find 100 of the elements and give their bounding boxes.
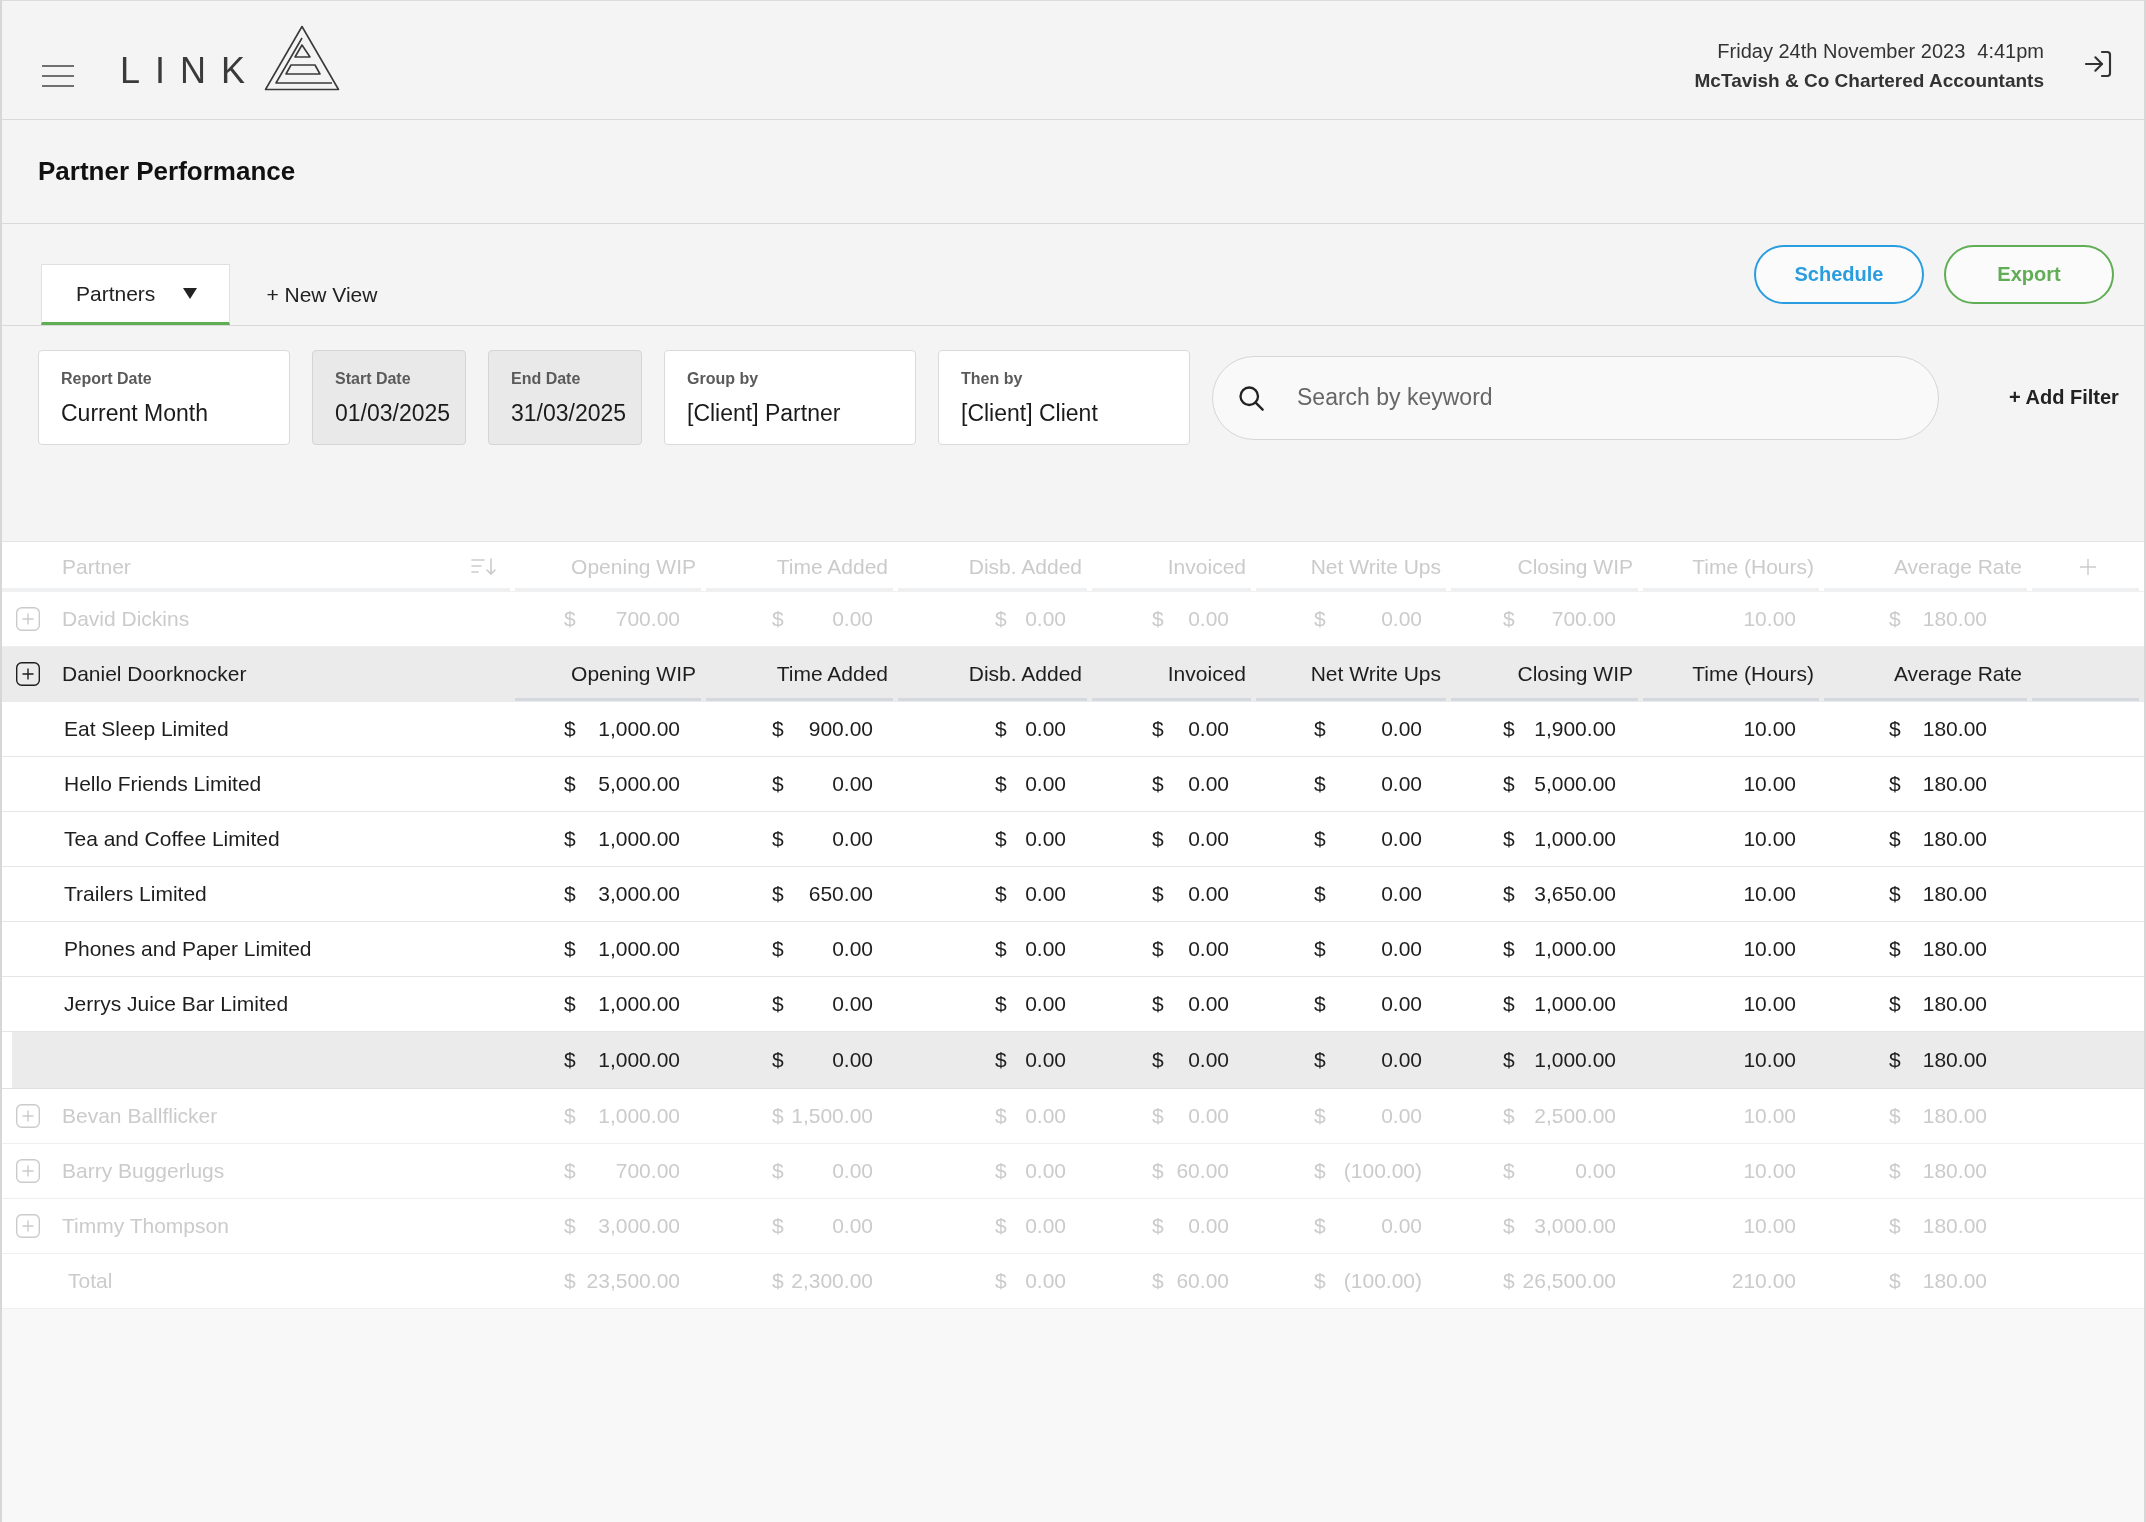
currency-symbol: $ bbox=[1889, 882, 1901, 906]
currency-symbol: $ bbox=[995, 772, 1007, 796]
amount-value: 1,000.00 bbox=[598, 992, 680, 1016]
amount-value: 10.00 bbox=[1743, 717, 1796, 741]
currency-symbol: $ bbox=[995, 1269, 1007, 1293]
currency-symbol: $ bbox=[1503, 717, 1515, 741]
currency-symbol: $ bbox=[1889, 772, 1901, 796]
client-name: Jerrys Juice Bar Limited bbox=[64, 992, 289, 1016]
currency-symbol: $ bbox=[1503, 827, 1515, 851]
currency-symbol: $ bbox=[1152, 717, 1164, 741]
field-label: Then by bbox=[961, 369, 1024, 389]
currency-symbol: $ bbox=[1314, 992, 1326, 1016]
amount-value: 180.00 bbox=[1922, 992, 1987, 1016]
amount-value: 1,000.00 bbox=[1534, 992, 1616, 1016]
client-name: Tea and Coffee Limited bbox=[64, 827, 280, 851]
amount-value: 5,000.00 bbox=[598, 772, 680, 796]
view-tab[interactable]: Partners bbox=[41, 264, 231, 325]
amount-value: 10.00 bbox=[1743, 1048, 1796, 1072]
plus-icon[interactable] bbox=[2079, 557, 2097, 576]
amount-value: 3,650.00 bbox=[1534, 882, 1616, 906]
currency-symbol: $ bbox=[1152, 937, 1164, 961]
amount-value: 0.00 bbox=[832, 937, 873, 961]
amount-value: 10.00 bbox=[1743, 937, 1796, 961]
currency-symbol: $ bbox=[772, 1048, 784, 1072]
filter-field[interactable]: Then by [Client] Client bbox=[938, 350, 1190, 445]
add-filter-button[interactable]: + Add Filter bbox=[2009, 386, 2119, 409]
currency-symbol: $ bbox=[1152, 1048, 1164, 1072]
amount-value: 1,000.00 bbox=[1534, 937, 1616, 961]
currency-symbol: $ bbox=[1152, 1214, 1164, 1238]
currency-symbol: $ bbox=[1889, 827, 1901, 851]
amount-value: 3,000.00 bbox=[598, 882, 680, 906]
currency-symbol: $ bbox=[995, 607, 1007, 631]
date-text: Friday 24th November 2023 bbox=[1717, 39, 1966, 64]
amount-value: 1,000.00 bbox=[1534, 827, 1616, 851]
client-name: Phones and Paper Limited bbox=[64, 937, 312, 961]
column-heading: Opening WIP bbox=[571, 662, 696, 686]
amount-value: 10.00 bbox=[1743, 827, 1796, 851]
column-heading: Invoiced bbox=[1167, 662, 1246, 686]
currency-symbol: $ bbox=[995, 1214, 1007, 1238]
currency-symbol: $ bbox=[1152, 607, 1164, 631]
amount-value: 0.00 bbox=[1025, 772, 1066, 796]
amount-value: 10.00 bbox=[1743, 772, 1796, 796]
menu-icon[interactable] bbox=[42, 65, 74, 87]
search-field[interactable]: Search by keyword bbox=[1212, 355, 1939, 440]
amount-value: 1,000.00 bbox=[598, 937, 680, 961]
search-icon bbox=[1237, 383, 1265, 412]
currency-symbol: $ bbox=[564, 827, 576, 851]
currency-symbol: $ bbox=[1503, 1214, 1515, 1238]
partner-row[interactable]: Daniel Doorknocker Opening WIP Time Added Disb. Added Invoiced Net Write Ups Closing WIP Time (Hours) Average Rate bbox=[2, 647, 2144, 702]
amount-value: 0.00 bbox=[1025, 827, 1066, 851]
page-title: Partner Performance bbox=[38, 156, 296, 187]
currency-symbol: $ bbox=[1503, 1048, 1515, 1072]
currency-symbol: $ bbox=[1503, 1269, 1515, 1293]
amount-value: 0.00 bbox=[1025, 992, 1066, 1016]
currency-symbol: $ bbox=[1503, 772, 1515, 796]
currency-symbol: $ bbox=[564, 882, 576, 906]
amount-value: 0.00 bbox=[1188, 937, 1229, 961]
currency-symbol: $ bbox=[772, 607, 784, 631]
currency-symbol: $ bbox=[1314, 717, 1326, 741]
field-label: End Date bbox=[511, 369, 582, 389]
amount-value: 0.00 bbox=[1381, 937, 1422, 961]
amount-value: 1,000.00 bbox=[598, 717, 680, 741]
currency-symbol: $ bbox=[1314, 1048, 1326, 1072]
column-heading: Disb. Added bbox=[968, 662, 1082, 686]
amount-value: 1,000.00 bbox=[598, 1048, 680, 1072]
client-name: Eat Sleep Limited bbox=[64, 717, 229, 741]
currency-symbol: $ bbox=[564, 1048, 576, 1072]
amount-value: 180.00 bbox=[1922, 717, 1987, 741]
client-name: Hello Friends Limited bbox=[64, 772, 262, 796]
amount-value: 0.00 bbox=[1025, 937, 1066, 961]
filter-field[interactable]: Group by [Client] Partner bbox=[664, 350, 916, 445]
column-heading: Time (Hours) bbox=[1692, 662, 1814, 686]
new-view-button[interactable]: + New View bbox=[266, 264, 378, 325]
amount-value: 0.00 bbox=[1188, 772, 1229, 796]
currency-symbol: $ bbox=[1152, 1159, 1164, 1183]
currency-symbol: $ bbox=[1152, 992, 1164, 1016]
amount-value: 0.00 bbox=[1381, 827, 1422, 851]
sort-icon[interactable] bbox=[471, 557, 497, 576]
currency-symbol: $ bbox=[1314, 1104, 1326, 1128]
sign-in-icon[interactable] bbox=[2082, 48, 2114, 80]
currency-symbol: $ bbox=[995, 1159, 1007, 1183]
amount-value: 1,900.00 bbox=[1534, 717, 1616, 741]
currency-symbol: $ bbox=[995, 992, 1007, 1016]
currency-symbol: $ bbox=[1889, 1159, 1901, 1183]
plus-square-icon[interactable] bbox=[16, 662, 40, 686]
currency-symbol: $ bbox=[772, 1159, 784, 1183]
currency-symbol: $ bbox=[564, 607, 576, 631]
amount-value: 0.00 bbox=[1025, 882, 1066, 906]
amount-value: 0.00 bbox=[1381, 882, 1422, 906]
filter-field[interactable]: Report Date Current Month bbox=[38, 350, 290, 445]
currency-symbol: $ bbox=[995, 717, 1007, 741]
amount-value: 0.00 bbox=[1381, 1048, 1422, 1072]
currency-symbol: $ bbox=[564, 1269, 576, 1293]
currency-symbol: $ bbox=[1503, 882, 1515, 906]
amount-value: 5,000.00 bbox=[1534, 772, 1616, 796]
currency-symbol: $ bbox=[772, 992, 784, 1016]
currency-symbol: $ bbox=[564, 1104, 576, 1128]
currency-symbol: $ bbox=[1503, 1104, 1515, 1128]
amount-value: 0.00 bbox=[1381, 992, 1422, 1016]
currency-symbol: $ bbox=[772, 772, 784, 796]
